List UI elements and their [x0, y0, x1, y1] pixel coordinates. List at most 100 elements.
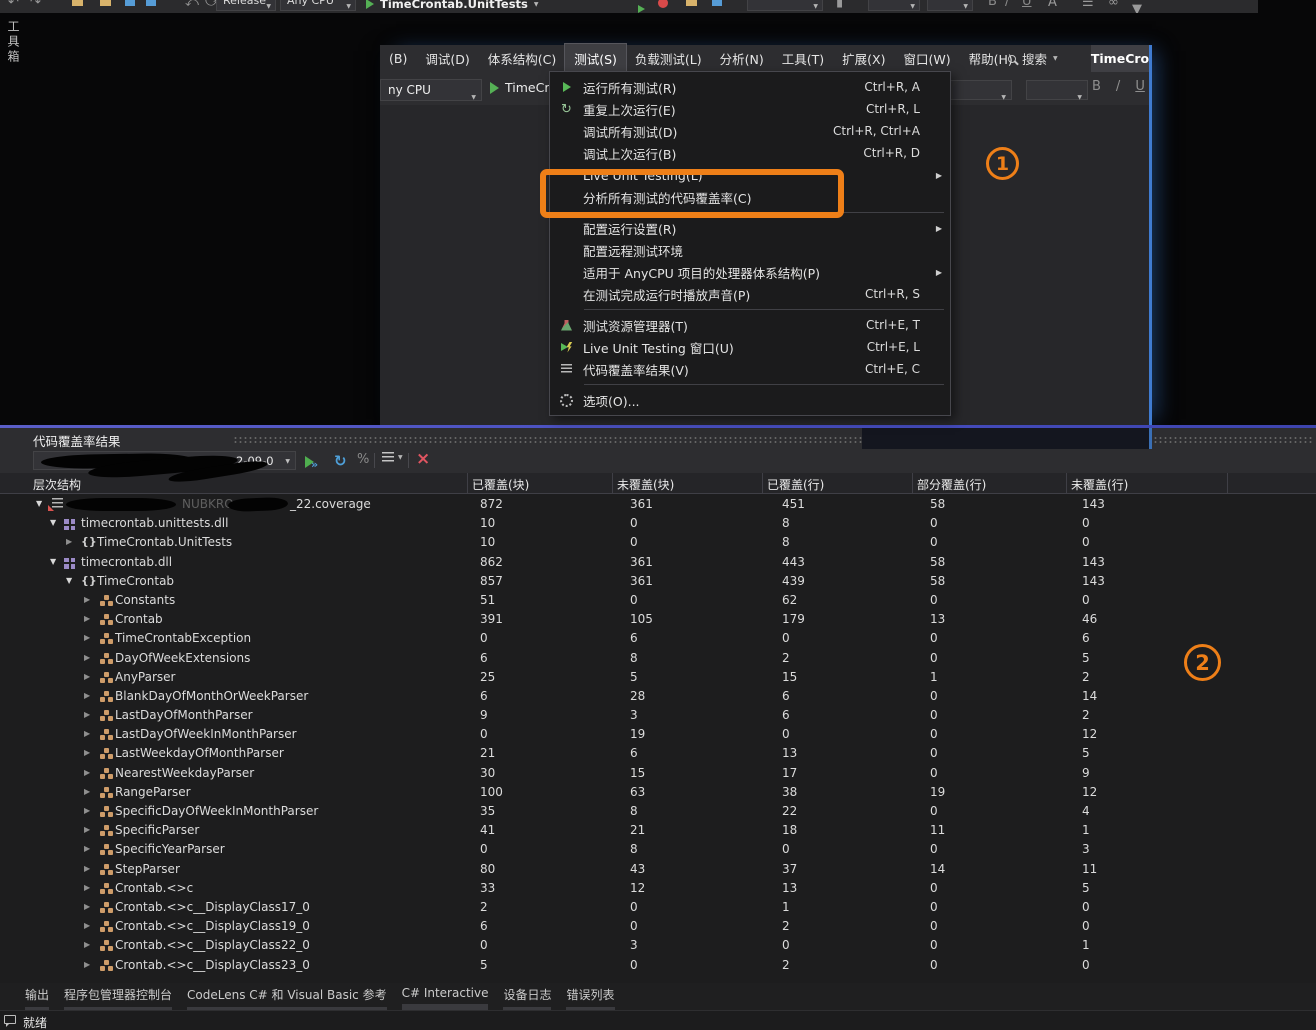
start-without-debugging-icon[interactable] [638, 0, 645, 13]
table-row[interactable]: NearestWeekdayParser 30 15 17 0 9 [0, 764, 1316, 783]
menu-bar-item[interactable]: 扩展(X) [833, 44, 894, 73]
italic-icon[interactable]: / [1005, 0, 1009, 9]
platform-dropdown[interactable]: ny CPU▼ [380, 79, 482, 101]
menu-item[interactable] [550, 380, 950, 389]
expander-icon[interactable] [84, 614, 90, 623]
menu-bar-item[interactable]: 负载测试(L) [626, 44, 711, 73]
feedback-icon[interactable] [4, 1015, 16, 1024]
table-row[interactable]: TimeCrontab.UnitTests 10 0 8 0 0 [0, 533, 1316, 552]
bottom-tab[interactable]: 设备日志 [503, 983, 551, 1010]
column-header[interactable]: 未覆盖(块) [617, 476, 674, 493]
table-row[interactable]: Crontab.<>c 33 12 13 0 5 [0, 879, 1316, 898]
expander-icon[interactable] [84, 768, 90, 777]
toolbar-dropdown-3[interactable]: ▼ [927, 0, 973, 11]
table-row[interactable]: LastDayOfMonthParser 9 3 6 0 2 [0, 706, 1316, 725]
menu-item[interactable]: 配置运行设置(R) ▶ [550, 217, 950, 239]
save-all-icon[interactable] [146, 0, 156, 10]
expander-icon[interactable] [84, 902, 90, 911]
expander-icon[interactable] [50, 557, 56, 566]
expander-icon[interactable] [84, 748, 90, 757]
expander-icon[interactable] [84, 844, 90, 853]
panel-title-bar[interactable]: 代码覆盖率结果 [0, 428, 1316, 449]
table-row[interactable]: StepParser 80 43 37 14 11 [0, 860, 1316, 879]
column-header[interactable]: 层次结构 [33, 476, 81, 493]
table-row[interactable]: Crontab.<>c__DisplayClass17_0 2 0 1 0 0 [0, 898, 1316, 917]
table-row[interactable]: Crontab.<>c__DisplayClass22_0 0 3 0 0 1 [0, 936, 1316, 955]
menu-bar-item[interactable]: 体系结构(C) [479, 44, 565, 73]
view-options-button[interactable]: ▼ [382, 452, 403, 462]
column-header[interactable]: 已覆盖(行) [767, 476, 824, 493]
underline-icon[interactable]: U [1135, 79, 1145, 94]
remove-result-button[interactable]: × [416, 452, 430, 466]
start-debugging-button[interactable]: TimeCrontab.UnitTests ▼ [366, 0, 539, 11]
table-row[interactable]: Crontab.<>c__DisplayClass19_0 6 0 2 0 0 [0, 917, 1316, 936]
table-row[interactable]: SpecificDayOfWeekInMonthParser 35 8 22 0… [0, 802, 1316, 821]
expander-icon[interactable] [84, 787, 90, 796]
expander-icon[interactable] [84, 864, 90, 873]
search-folder-icon[interactable] [686, 0, 697, 10]
open-folder-icon[interactable] [100, 0, 111, 10]
search-control[interactable]: 搜索 ▼ [1008, 45, 1058, 72]
save-icon[interactable] [125, 0, 135, 10]
table-row[interactable]: AnyParser 25 5 15 1 2 [0, 668, 1316, 687]
link-icon[interactable]: ∞ [1108, 0, 1119, 10]
column-header[interactable]: 未覆盖(行) [1071, 476, 1128, 493]
toolbar-dropdown-2[interactable]: ▼ [868, 0, 920, 11]
solution-platform-dropdown[interactable]: Any CPU▼ [280, 0, 356, 11]
table-row[interactable]: timecrontab.unittests.dll 10 0 8 0 0 [0, 514, 1316, 533]
menu-item[interactable]: 代码覆盖率结果(V) Ctrl+E, C [550, 358, 950, 380]
expander-icon[interactable] [66, 537, 72, 546]
redo-icon[interactable]: ↷ [30, 0, 41, 10]
window-dropdown-1[interactable]: ▼ [948, 80, 1012, 100]
show-percentage-button[interactable]: % [357, 452, 369, 467]
expander-icon[interactable] [84, 940, 90, 949]
bold-icon[interactable]: B [1092, 79, 1101, 94]
menu-item[interactable]: 调试上次运行(B) Ctrl+R, D [550, 142, 950, 164]
record-icon[interactable] [658, 0, 668, 8]
window-dropdown-2[interactable]: ▼ [1026, 80, 1088, 100]
home-icon[interactable] [712, 0, 722, 10]
menu-bar-item[interactable]: 工具(T) [773, 44, 833, 73]
menu-bar-item[interactable]: 调试(D) [416, 44, 478, 73]
table-row[interactable]: Crontab 391 105 179 13 46 [0, 610, 1316, 629]
table-row[interactable]: LastDayOfWeekInMonthParser 0 19 0 0 12 [0, 725, 1316, 744]
expander-icon[interactable] [84, 672, 90, 681]
table-row[interactable]: TimeCrontab 857 361 439 58 143 [0, 572, 1316, 591]
bottom-tab[interactable]: C# Interactive [402, 983, 489, 1010]
expander-icon[interactable] [84, 595, 90, 604]
expander-icon[interactable] [36, 499, 42, 508]
column-header[interactable]: 部分覆盖(行) [917, 476, 986, 493]
document-tab[interactable]: TimeCro [1091, 45, 1149, 72]
expander-icon[interactable] [84, 960, 90, 969]
menu-item[interactable]: 调试所有测试(D) Ctrl+R, Ctrl+A [550, 120, 950, 142]
table-row-root[interactable]: NUBKRO _22.coverage 872 361 451 58 143 [0, 495, 1316, 514]
menu-item[interactable]: Live Unit Testing 窗口(U) Ctrl+E, L [550, 336, 950, 358]
table-row[interactable]: Constants 51 0 62 0 0 [0, 591, 1316, 610]
toolbar-dropdown-1[interactable]: ▼ [747, 0, 823, 11]
bottom-tab[interactable]: CodeLens C# 和 Visual Basic 参考 [187, 983, 387, 1010]
table-row[interactable]: RangeParser 100 63 38 19 12 [0, 783, 1316, 802]
menu-item[interactable]: 测试资源管理器(T) Ctrl+E, T [550, 314, 950, 336]
font-color-icon[interactable]: A [1048, 0, 1057, 10]
menu-bar-item[interactable]: 窗口(W) [894, 44, 959, 73]
bottom-tab[interactable]: 输出 [25, 983, 49, 1010]
italic-icon[interactable]: / [1116, 79, 1120, 94]
menu-item[interactable]: 重复上次运行(E) Ctrl+R, L [550, 98, 950, 120]
expander-icon[interactable] [50, 518, 56, 527]
menu-bar-item[interactable]: (B) [380, 46, 416, 71]
table-row[interactable]: timecrontab.dll 862 361 443 58 143 [0, 553, 1316, 572]
toolbar-overflow-icon[interactable]: ▼ [1132, 2, 1142, 13]
expander-icon[interactable] [84, 710, 90, 719]
expander-icon[interactable] [84, 633, 90, 642]
expander-icon[interactable] [84, 806, 90, 815]
list-icon[interactable]: ☰ [1082, 0, 1094, 10]
expander-icon[interactable] [84, 825, 90, 834]
import-results-button[interactable]: » [305, 452, 318, 471]
expander-icon[interactable] [84, 653, 90, 662]
table-row[interactable]: Crontab.<>c__DisplayClass23_0 5 0 2 0 0 [0, 956, 1316, 975]
expander-icon[interactable] [84, 883, 90, 892]
menu-item[interactable]: 配置远程测试环境 [550, 239, 950, 261]
refresh-button[interactable]: ↻ [334, 452, 347, 470]
table-row[interactable]: LastWeekdayOfMonthParser 21 6 13 0 5 [0, 744, 1316, 763]
expander-icon[interactable] [84, 691, 90, 700]
